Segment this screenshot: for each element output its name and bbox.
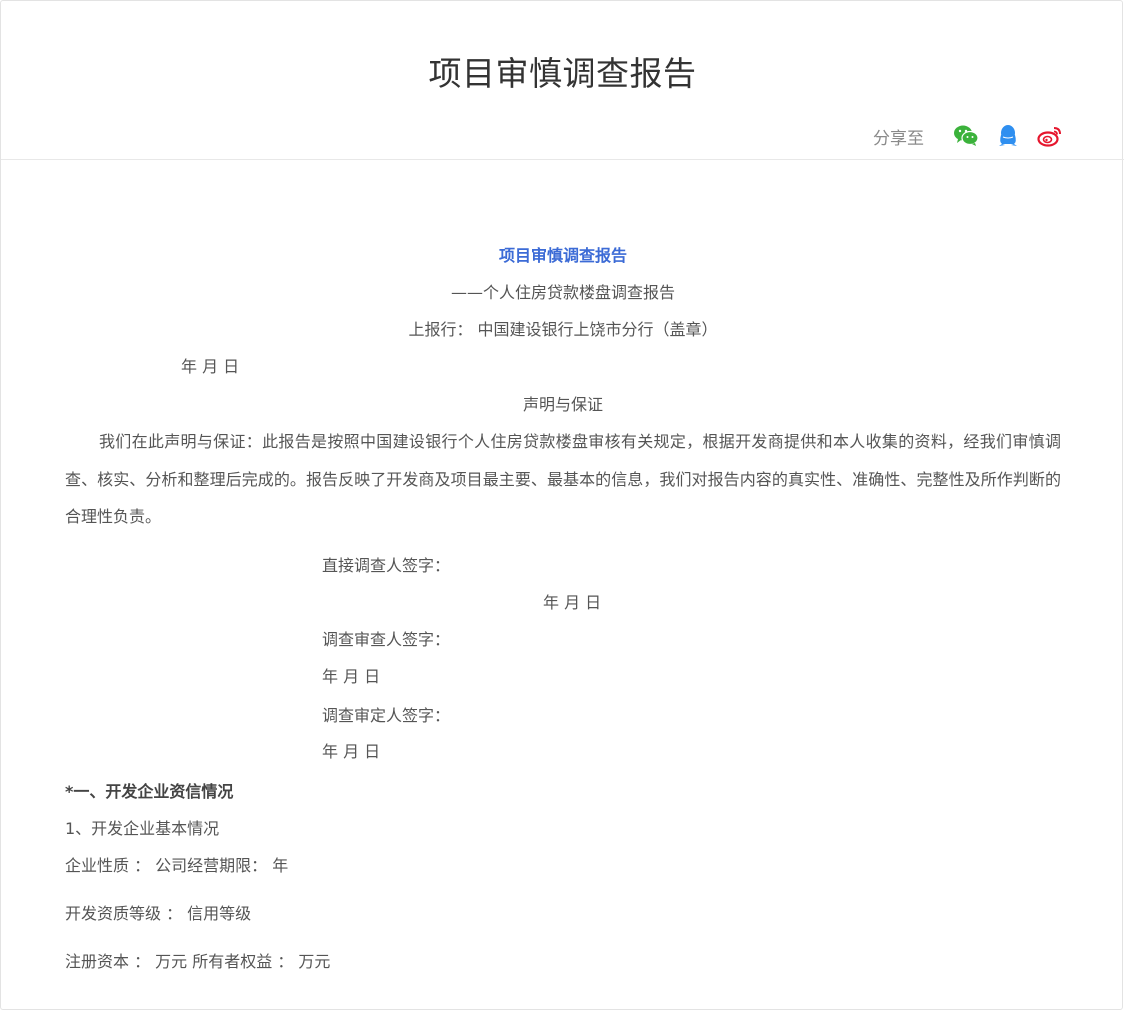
subsection-heading: 1、开发企业基本情况 [65,819,220,838]
share-bar: 分享至 [873,121,1064,151]
signature-label: 调查审查人签字： [322,630,451,649]
wechat-icon[interactable] [952,122,980,150]
field-line: 开发资质等级 ： 信用等级 [65,904,252,923]
page-title: 项目审慎调查报告 [428,54,697,93]
section-heading: *一、开发企业资信情况 [65,782,234,801]
signature-date: 年 月 日 [322,742,381,761]
declaration-heading: 声明与保证 [522,395,603,414]
date-line: 年 月 日 [181,357,240,376]
weibo-icon[interactable] [1036,122,1064,150]
signature-label: 调查审定人签字： [322,706,451,725]
share-label: 分享至 [873,128,924,149]
document-title: 项目审慎调查报告 [498,246,627,265]
article-header: 项目审慎调查报告 分享至 [1,1,1124,160]
field-line: 注册资本 ： 万元 所有者权益 ： 万元 [65,952,331,971]
declaration-paragraph: 我们在此声明与保证：此报告是按照中国建设银行个人住房贷款楼盘审核有关规定，根据开… [65,432,1061,526]
article-card: 项目审慎调查报告 分享至 项目审慎调查报告 ——个人住房贷款楼盘调查报告 上报行… [0,0,1124,1010]
field-line: 企业性质 ： 公司经营期限： 年 [65,856,289,875]
report-to-line: 上报行： 中国建设银行上饶市分行（盖章） [408,320,718,339]
document-subtitle: ——个人住房贷款楼盘调查报告 [450,283,675,302]
signature-date: 年 月 日 [322,667,381,686]
signature-date: 年 月 日 [543,593,602,612]
signature-label: 直接调查人签字： [322,556,451,575]
qq-icon[interactable] [994,122,1022,150]
